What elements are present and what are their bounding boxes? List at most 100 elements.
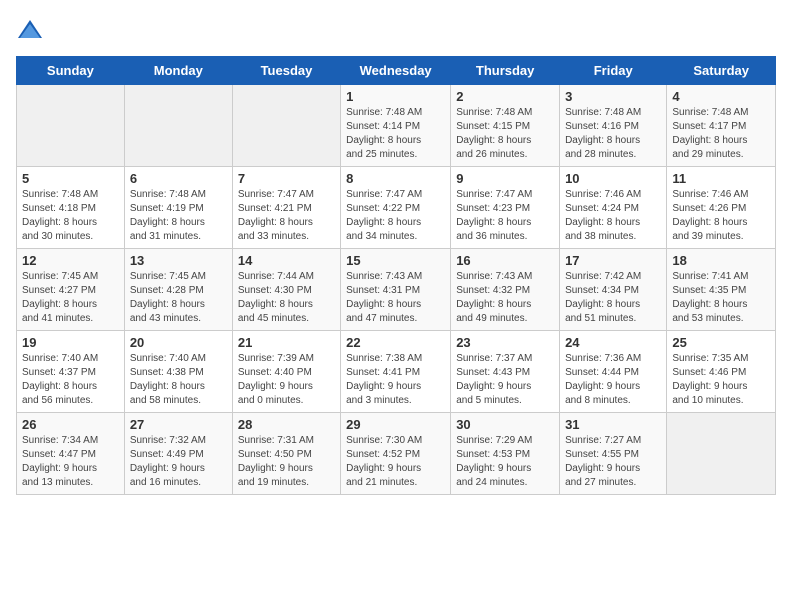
day-info: Sunrise: 7:47 AM Sunset: 4:23 PM Dayligh… bbox=[456, 188, 554, 244]
calendar-cell bbox=[232, 85, 340, 167]
day-number: 23 bbox=[456, 335, 554, 350]
calendar-cell: 27 Sunrise: 7:32 AM Sunset: 4:49 PM Dayli… bbox=[124, 413, 232, 495]
day-info: Sunrise: 7:48 AM Sunset: 4:19 PM Dayligh… bbox=[130, 188, 227, 244]
calendar-cell: 15 Sunrise: 7:43 AM Sunset: 4:31 PM Dayli… bbox=[341, 249, 451, 331]
calendar-cell: 10 Sunrise: 7:46 AM Sunset: 4:24 PM Dayli… bbox=[560, 167, 667, 249]
day-info: Sunrise: 7:36 AM Sunset: 4:44 PM Dayligh… bbox=[565, 352, 661, 408]
calendar-cell: 16 Sunrise: 7:43 AM Sunset: 4:32 PM Dayli… bbox=[451, 249, 560, 331]
calendar-cell: 17Sunrise: 7:42 AM Sunset: 4:34 PM Dayli… bbox=[560, 249, 667, 331]
day-number: 16 bbox=[456, 253, 554, 268]
calendar-cell: 29 Sunrise: 7:30 AM Sunset: 4:52 PM Dayli… bbox=[341, 413, 451, 495]
calendar-cell: 18 Sunrise: 7:41 AM Sunset: 4:35 PM Dayli… bbox=[667, 249, 776, 331]
calendar-week-3: 12Sunrise: 7:45 AM Sunset: 4:27 PM Dayli… bbox=[17, 249, 776, 331]
day-number: 11 bbox=[672, 171, 770, 186]
day-header-thursday: Thursday bbox=[451, 57, 560, 85]
day-info: Sunrise: 7:40 AM Sunset: 4:37 PM Dayligh… bbox=[22, 352, 119, 408]
day-number: 4 bbox=[672, 89, 770, 104]
day-number: 30 bbox=[456, 417, 554, 432]
day-info: Sunrise: 7:41 AM Sunset: 4:35 PM Dayligh… bbox=[672, 270, 770, 326]
calendar-cell: 25 Sunrise: 7:35 AM Sunset: 4:46 PM Dayli… bbox=[667, 331, 776, 413]
calendar-week-5: 26 Sunrise: 7:34 AM Sunset: 4:47 PM Dayli… bbox=[17, 413, 776, 495]
day-info: Sunrise: 7:47 AM Sunset: 4:22 PM Dayligh… bbox=[346, 188, 445, 244]
day-number: 14 bbox=[238, 253, 335, 268]
calendar-cell: 2 Sunrise: 7:48 AM Sunset: 4:15 PM Daylig… bbox=[451, 85, 560, 167]
day-info: Sunrise: 7:31 AM Sunset: 4:50 PM Dayligh… bbox=[238, 434, 335, 490]
day-number: 2 bbox=[456, 89, 554, 104]
calendar-cell bbox=[667, 413, 776, 495]
day-number: 31 bbox=[565, 417, 661, 432]
day-number: 8 bbox=[346, 171, 445, 186]
calendar-cell: 22Sunrise: 7:38 AM Sunset: 4:41 PM Dayli… bbox=[341, 331, 451, 413]
day-number: 13 bbox=[130, 253, 227, 268]
logo-icon bbox=[16, 16, 44, 44]
day-number: 26 bbox=[22, 417, 119, 432]
calendar-cell: 19Sunrise: 7:40 AM Sunset: 4:37 PM Dayli… bbox=[17, 331, 125, 413]
calendar-table: SundayMondayTuesdayWednesdayThursdayFrid… bbox=[16, 56, 776, 495]
day-info: Sunrise: 7:29 AM Sunset: 4:53 PM Dayligh… bbox=[456, 434, 554, 490]
day-number: 27 bbox=[130, 417, 227, 432]
calendar-cell: 1 Sunrise: 7:48 AM Sunset: 4:14 PM Daylig… bbox=[341, 85, 451, 167]
calendar-cell: 23 Sunrise: 7:37 AM Sunset: 4:43 PM Dayli… bbox=[451, 331, 560, 413]
calendar-cell: 28 Sunrise: 7:31 AM Sunset: 4:50 PM Dayli… bbox=[232, 413, 340, 495]
day-info: Sunrise: 7:45 AM Sunset: 4:28 PM Dayligh… bbox=[130, 270, 227, 326]
calendar-cell: 6 Sunrise: 7:48 AM Sunset: 4:19 PM Daylig… bbox=[124, 167, 232, 249]
day-header-sunday: Sunday bbox=[17, 57, 125, 85]
calendar-cell: 7 Sunrise: 7:47 AM Sunset: 4:21 PM Daylig… bbox=[232, 167, 340, 249]
day-number: 21 bbox=[238, 335, 335, 350]
day-number: 18 bbox=[672, 253, 770, 268]
day-number: 29 bbox=[346, 417, 445, 432]
day-info: Sunrise: 7:35 AM Sunset: 4:46 PM Dayligh… bbox=[672, 352, 770, 408]
calendar-cell: 21Sunrise: 7:39 AM Sunset: 4:40 PM Dayli… bbox=[232, 331, 340, 413]
day-number: 5 bbox=[22, 171, 119, 186]
day-number: 12 bbox=[22, 253, 119, 268]
calendar-cell: 30 Sunrise: 7:29 AM Sunset: 4:53 PM Dayli… bbox=[451, 413, 560, 495]
calendar-week-4: 19Sunrise: 7:40 AM Sunset: 4:37 PM Dayli… bbox=[17, 331, 776, 413]
day-number: 1 bbox=[346, 89, 445, 104]
day-info: Sunrise: 7:34 AM Sunset: 4:47 PM Dayligh… bbox=[22, 434, 119, 490]
calendar-cell: 9 Sunrise: 7:47 AM Sunset: 4:23 PM Daylig… bbox=[451, 167, 560, 249]
day-info: Sunrise: 7:48 AM Sunset: 4:18 PM Dayligh… bbox=[22, 188, 119, 244]
day-info: Sunrise: 7:43 AM Sunset: 4:31 PM Dayligh… bbox=[346, 270, 445, 326]
day-info: Sunrise: 7:32 AM Sunset: 4:49 PM Dayligh… bbox=[130, 434, 227, 490]
day-number: 25 bbox=[672, 335, 770, 350]
day-number: 24 bbox=[565, 335, 661, 350]
day-header-monday: Monday bbox=[124, 57, 232, 85]
day-info: Sunrise: 7:46 AM Sunset: 4:24 PM Dayligh… bbox=[565, 188, 661, 244]
day-number: 17 bbox=[565, 253, 661, 268]
day-number: 10 bbox=[565, 171, 661, 186]
day-info: Sunrise: 7:40 AM Sunset: 4:38 PM Dayligh… bbox=[130, 352, 227, 408]
calendar-cell: 12Sunrise: 7:45 AM Sunset: 4:27 PM Dayli… bbox=[17, 249, 125, 331]
calendar-cell: 13 Sunrise: 7:45 AM Sunset: 4:28 PM Dayli… bbox=[124, 249, 232, 331]
day-info: Sunrise: 7:48 AM Sunset: 4:14 PM Dayligh… bbox=[346, 106, 445, 162]
day-info: Sunrise: 7:48 AM Sunset: 4:17 PM Dayligh… bbox=[672, 106, 770, 162]
calendar-cell: 11Sunrise: 7:46 AM Sunset: 4:26 PM Dayli… bbox=[667, 167, 776, 249]
day-header-tuesday: Tuesday bbox=[232, 57, 340, 85]
calendar-header-row: SundayMondayTuesdayWednesdayThursdayFrid… bbox=[17, 57, 776, 85]
page-header bbox=[16, 16, 776, 44]
day-number: 6 bbox=[130, 171, 227, 186]
day-info: Sunrise: 7:44 AM Sunset: 4:30 PM Dayligh… bbox=[238, 270, 335, 326]
day-info: Sunrise: 7:27 AM Sunset: 4:55 PM Dayligh… bbox=[565, 434, 661, 490]
day-info: Sunrise: 7:43 AM Sunset: 4:32 PM Dayligh… bbox=[456, 270, 554, 326]
day-info: Sunrise: 7:37 AM Sunset: 4:43 PM Dayligh… bbox=[456, 352, 554, 408]
day-header-wednesday: Wednesday bbox=[341, 57, 451, 85]
calendar-cell: 3Sunrise: 7:48 AM Sunset: 4:16 PM Daylig… bbox=[560, 85, 667, 167]
calendar-cell: 5 Sunrise: 7:48 AM Sunset: 4:18 PM Daylig… bbox=[17, 167, 125, 249]
day-info: Sunrise: 7:38 AM Sunset: 4:41 PM Dayligh… bbox=[346, 352, 445, 408]
calendar-cell: 20 Sunrise: 7:40 AM Sunset: 4:38 PM Dayli… bbox=[124, 331, 232, 413]
calendar-cell: 26 Sunrise: 7:34 AM Sunset: 4:47 PM Dayli… bbox=[17, 413, 125, 495]
day-header-friday: Friday bbox=[560, 57, 667, 85]
calendar-week-1: 1 Sunrise: 7:48 AM Sunset: 4:14 PM Daylig… bbox=[17, 85, 776, 167]
day-number: 15 bbox=[346, 253, 445, 268]
day-info: Sunrise: 7:30 AM Sunset: 4:52 PM Dayligh… bbox=[346, 434, 445, 490]
day-number: 9 bbox=[456, 171, 554, 186]
calendar-cell: 31 Sunrise: 7:27 AM Sunset: 4:55 PM Dayli… bbox=[560, 413, 667, 495]
day-number: 20 bbox=[130, 335, 227, 350]
day-info: Sunrise: 7:47 AM Sunset: 4:21 PM Dayligh… bbox=[238, 188, 335, 244]
calendar-cell bbox=[17, 85, 125, 167]
day-info: Sunrise: 7:48 AM Sunset: 4:15 PM Dayligh… bbox=[456, 106, 554, 162]
day-number: 28 bbox=[238, 417, 335, 432]
day-number: 7 bbox=[238, 171, 335, 186]
calendar-cell: 24 Sunrise: 7:36 AM Sunset: 4:44 PM Dayli… bbox=[560, 331, 667, 413]
day-header-saturday: Saturday bbox=[667, 57, 776, 85]
